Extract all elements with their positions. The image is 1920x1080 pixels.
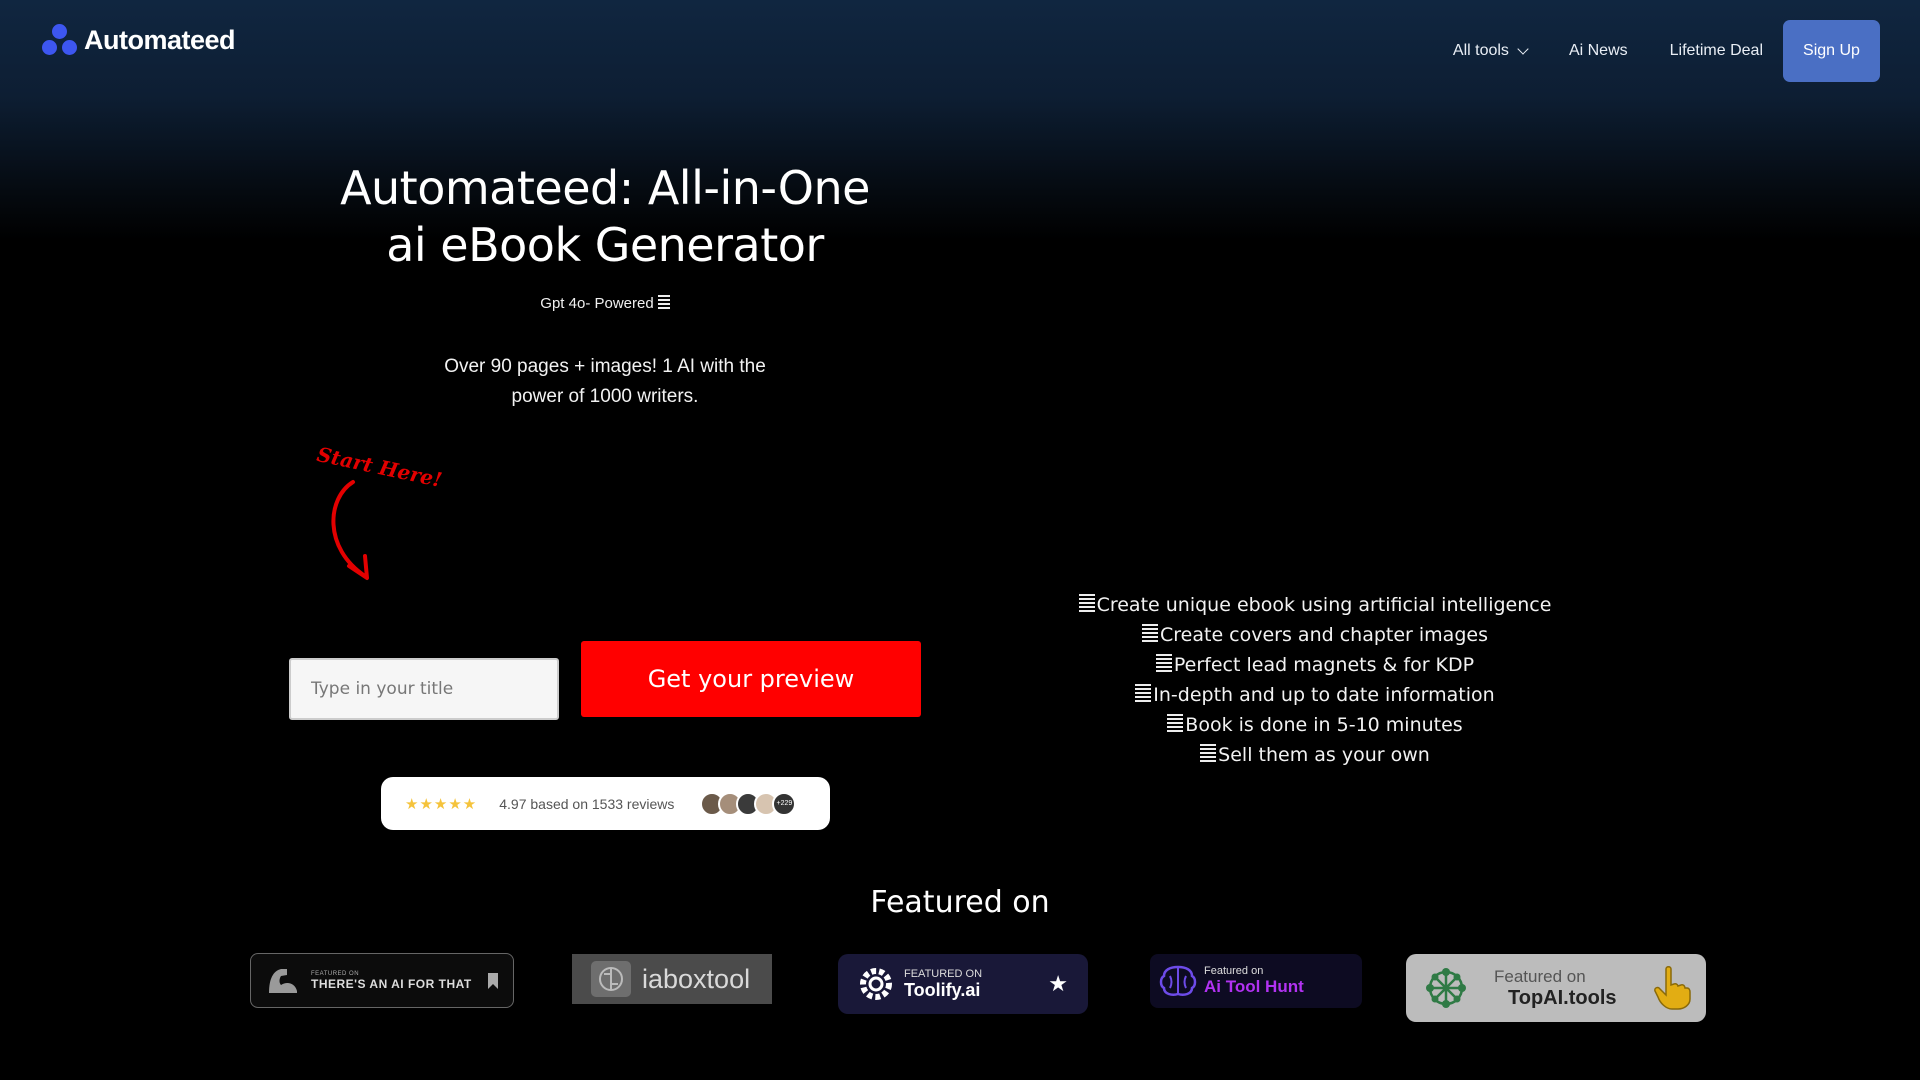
emoji-icon <box>1078 594 1095 614</box>
sign-up-button[interactable]: Sign Up <box>1783 20 1880 82</box>
badge-toolify[interactable]: FEATURED ON Toolify.ai ★ <box>838 954 1088 1014</box>
main-nav: All tools Ai News Lifetime Deal Sign Up <box>1453 20 1880 82</box>
hero-subtitle-text: Gpt 4o- Powered <box>540 295 654 312</box>
hero-description-line-1: Over 90 pages + images! 1 AI with the <box>444 356 766 377</box>
reviews-badge[interactable]: ★★★★★ 4.97 based on 1533 reviews +229 <box>381 777 830 830</box>
reviewer-avatars: +229 <box>700 791 797 816</box>
hero-subtitle: Gpt 4o- Powered <box>300 295 910 312</box>
feature-text: Book is done in 5-10 minutes <box>1185 714 1463 736</box>
emoji-icon <box>1155 654 1172 674</box>
brain-icon <box>591 961 631 997</box>
emoji-icon <box>1135 684 1152 704</box>
badge-big-text: TopAI.tools <box>1508 986 1617 1009</box>
feature-text: Create unique ebook using artificial int… <box>1096 594 1552 616</box>
feature-text: Sell them as your own <box>1218 744 1430 766</box>
emoji-icon <box>1167 714 1184 734</box>
badge-theres-an-ai-for-that[interactable]: FEATURED ON THERE'S AN AI FOR THAT <box>250 953 514 1008</box>
page-title: Automateed: All-in-One ai eBook Generato… <box>300 160 910 274</box>
network-icon <box>1426 968 1466 1008</box>
review-summary: 4.97 based on 1533 reviews <box>499 795 675 812</box>
badge-big-text: Ai Tool Hunt <box>1204 977 1304 996</box>
nav-all-tools[interactable]: All tools <box>1452 42 1529 60</box>
list-item: Create covers and chapter images <box>1015 620 1615 650</box>
title-input[interactable] <box>289 658 559 720</box>
brand-logo[interactable]: Automateed <box>42 24 236 56</box>
page-title-line-1: Automateed: All-in-One <box>340 161 870 215</box>
list-item: Book is done in 5-10 minutes <box>1015 710 1615 740</box>
featured-on-heading: Featured on <box>870 885 1050 920</box>
badge-small-text: FEATURED ON <box>904 967 983 980</box>
feature-text: In-depth and up to date information <box>1153 684 1495 706</box>
emoji-icon <box>1142 624 1158 644</box>
bookmark-icon <box>488 972 498 989</box>
list-item: In-depth and up to date information <box>1015 680 1615 710</box>
emoji-icon <box>1200 744 1217 764</box>
badge-ai-tool-hunt[interactable]: Featured on Ai Tool Hunt <box>1150 954 1362 1008</box>
list-item: Perfect lead magnets & for KDP <box>1015 650 1615 680</box>
logo-icon <box>42 24 78 56</box>
star-icon: ★ <box>1048 971 1068 997</box>
feature-text: Create covers and chapter images <box>1160 624 1488 646</box>
feature-text: Perfect lead magnets & for KDP <box>1173 654 1475 676</box>
badge-big-text: iaboxtool <box>642 963 751 994</box>
curved-arrow-icon <box>331 480 369 580</box>
brand-name: Automateed <box>84 24 236 55</box>
brain-icon <box>1159 965 1197 996</box>
badge-topai-tools[interactable]: Featured on TopAI.tools <box>1406 954 1706 1022</box>
list-item: Create unique ebook using artificial int… <box>1015 590 1615 620</box>
badge-small-text: Featured on <box>1204 965 1264 977</box>
avatar-more-count: +229 <box>772 791 797 816</box>
badge-small-text: Featured on <box>1494 966 1586 986</box>
pointing-hand-icon <box>1654 966 1691 1010</box>
page-title-line-2: ai eBook Generator <box>386 218 824 272</box>
badge-big-text: THERE'S AN AI FOR THAT <box>311 976 472 991</box>
badge-iaboxtool[interactable]: iaboxtool <box>572 954 772 1004</box>
list-item: Sell them as your own <box>1015 740 1615 770</box>
hero-description-line-2: power of 1000 writers. <box>511 386 699 407</box>
badge-big-text: Toolify.ai <box>904 979 981 1000</box>
hero-description: Over 90 pages + images! 1 AI with the po… <box>400 352 810 412</box>
nav-ai-news[interactable]: Ai News <box>1569 42 1628 60</box>
star-rating-icon: ★★★★★ <box>405 794 478 813</box>
nav-lifetime-deal[interactable]: Lifetime Deal <box>1670 42 1763 60</box>
emoji-icon <box>657 295 670 311</box>
get-preview-button[interactable]: Get your preview <box>581 641 921 717</box>
chevron-down-icon <box>1517 42 1529 55</box>
feature-list: Create unique ebook using artificial int… <box>1015 590 1615 770</box>
flexed-arm-icon <box>269 968 297 993</box>
nav-all-tools-label: All tools <box>1452 42 1509 59</box>
gear-icon <box>860 968 892 1000</box>
